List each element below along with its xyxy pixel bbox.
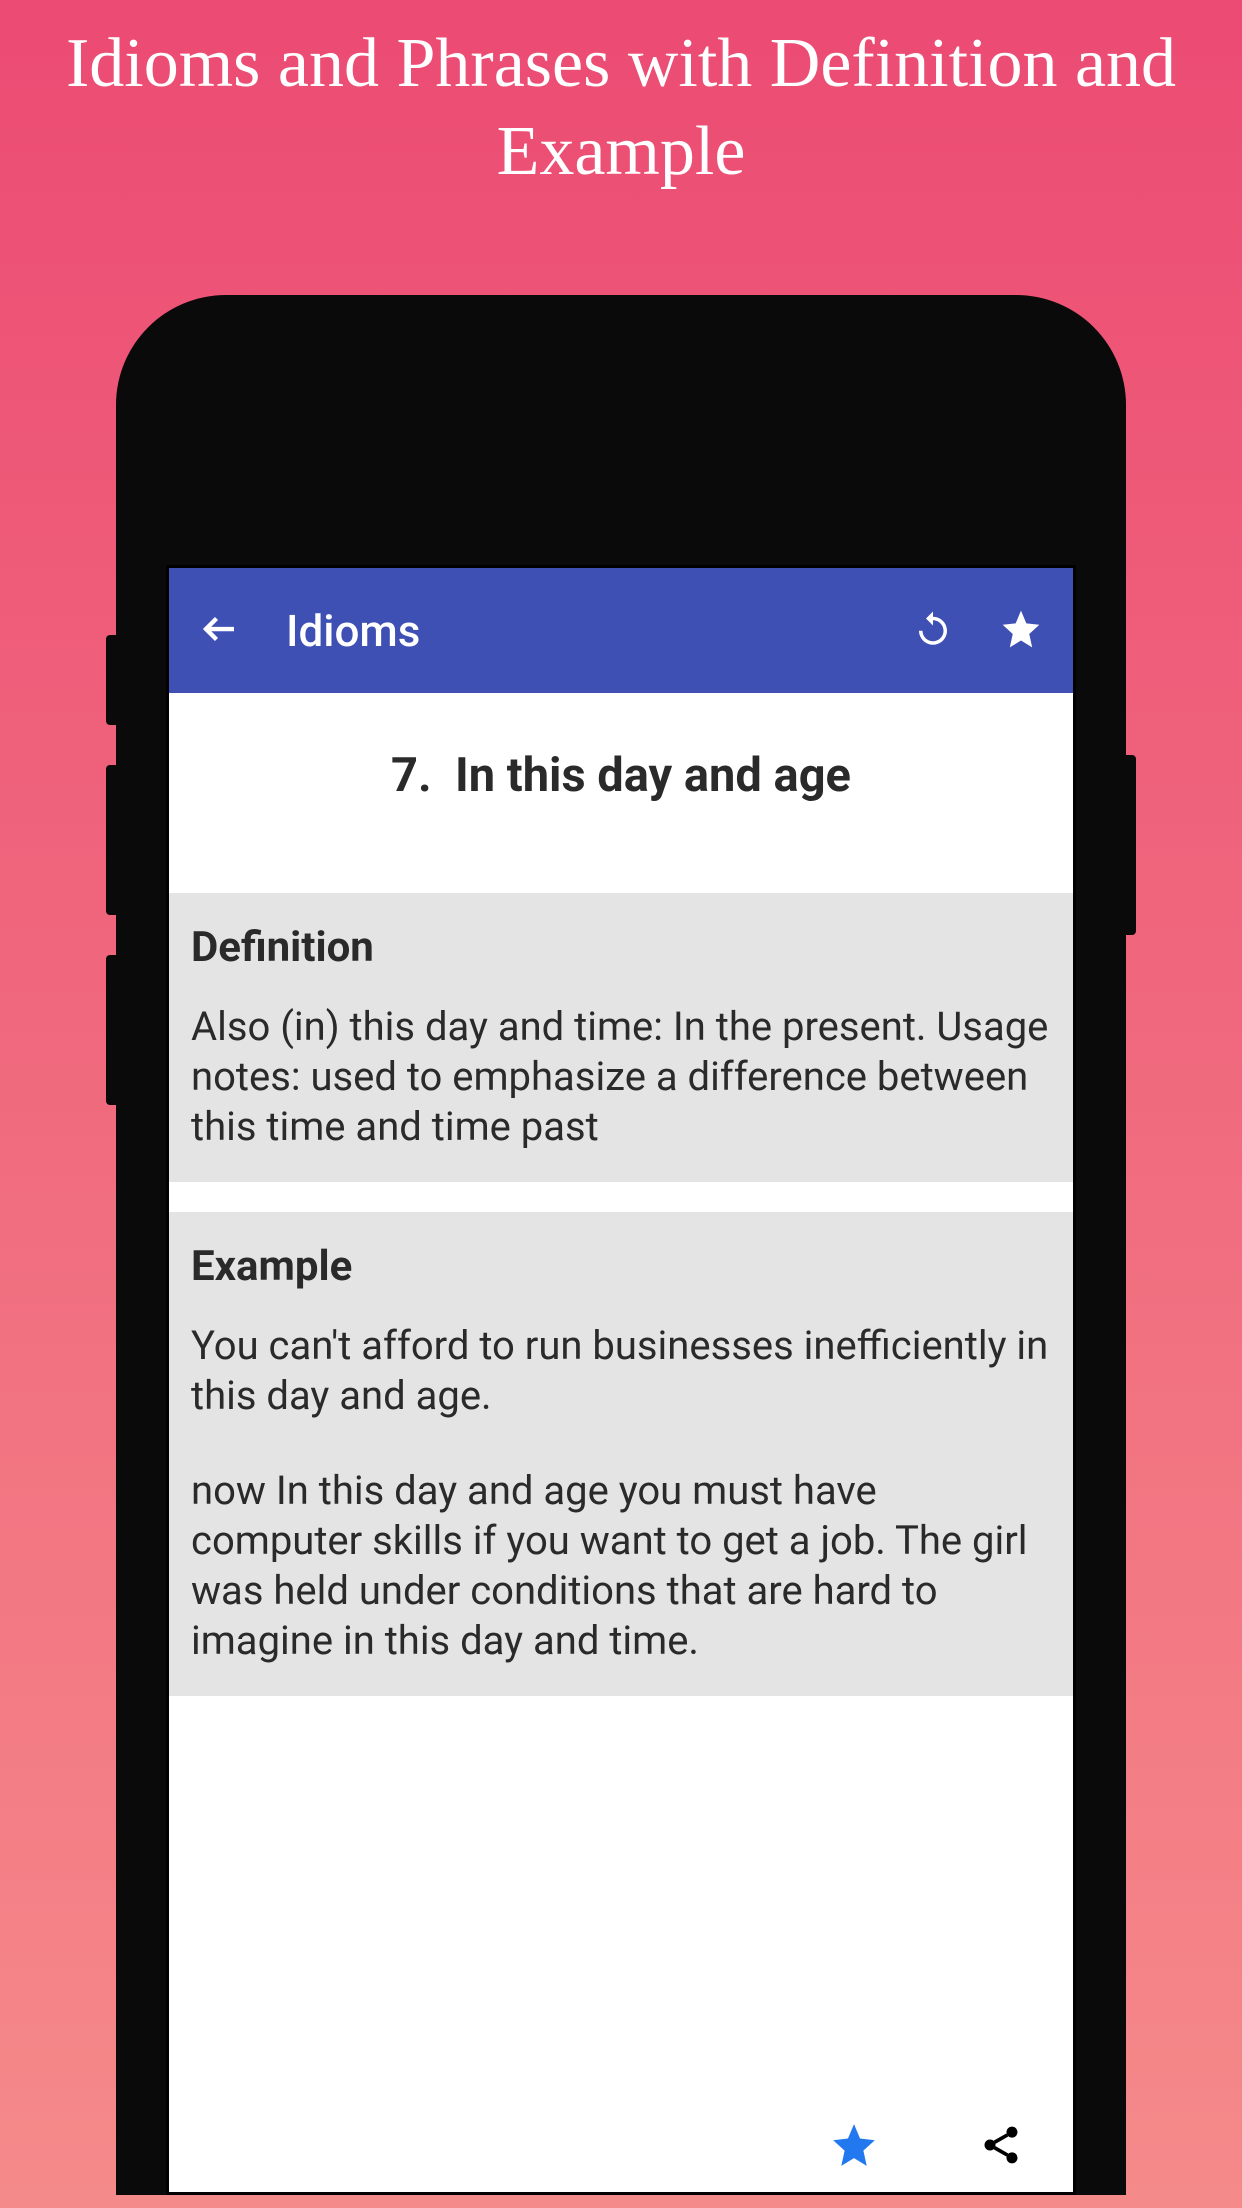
- idiom-title: 7. In this day and age: [169, 693, 1073, 893]
- idiom-number: 7.: [391, 748, 432, 803]
- example-section: Example You can't afford to run business…: [169, 1212, 1073, 1696]
- share-icon[interactable]: [979, 2123, 1023, 2171]
- definition-heading: Definition: [191, 923, 1051, 972]
- phone-side-button: [106, 955, 116, 1105]
- phone-side-button: [106, 635, 116, 725]
- phone-side-button: [1126, 755, 1136, 935]
- undo-icon[interactable]: [912, 608, 954, 654]
- app-screen: Idioms 7. In this day and age: [166, 565, 1076, 2195]
- definition-text: Also (in) this day and time: In the pres…: [191, 1002, 1051, 1152]
- favorite-star-icon[interactable]: [829, 2120, 879, 2174]
- promo-title: Idioms and Phrases with Definition and E…: [0, 0, 1242, 235]
- content-area[interactable]: 7. In this day and age Definition Also (…: [169, 693, 1073, 2192]
- promo-background: Idioms and Phrases with Definition and E…: [0, 0, 1242, 2208]
- bottom-action-bar: [169, 2102, 1073, 2192]
- app-bar-title: Idioms: [286, 605, 867, 657]
- example-text: You can't afford to run businesses ineff…: [191, 1321, 1051, 1421]
- example-heading: Example: [191, 1242, 1051, 1291]
- phone-side-button: [106, 765, 116, 915]
- phone-frame: Idioms 7. In this day and age: [106, 295, 1136, 2195]
- star-icon[interactable]: [999, 607, 1043, 655]
- idiom-name: In this day and age: [455, 748, 851, 803]
- example-text: now In this day and age you must have co…: [191, 1466, 1051, 1666]
- definition-section: Definition Also (in) this day and time: …: [169, 893, 1073, 1182]
- back-arrow-icon[interactable]: [199, 608, 241, 654]
- app-bar: Idioms: [169, 568, 1073, 693]
